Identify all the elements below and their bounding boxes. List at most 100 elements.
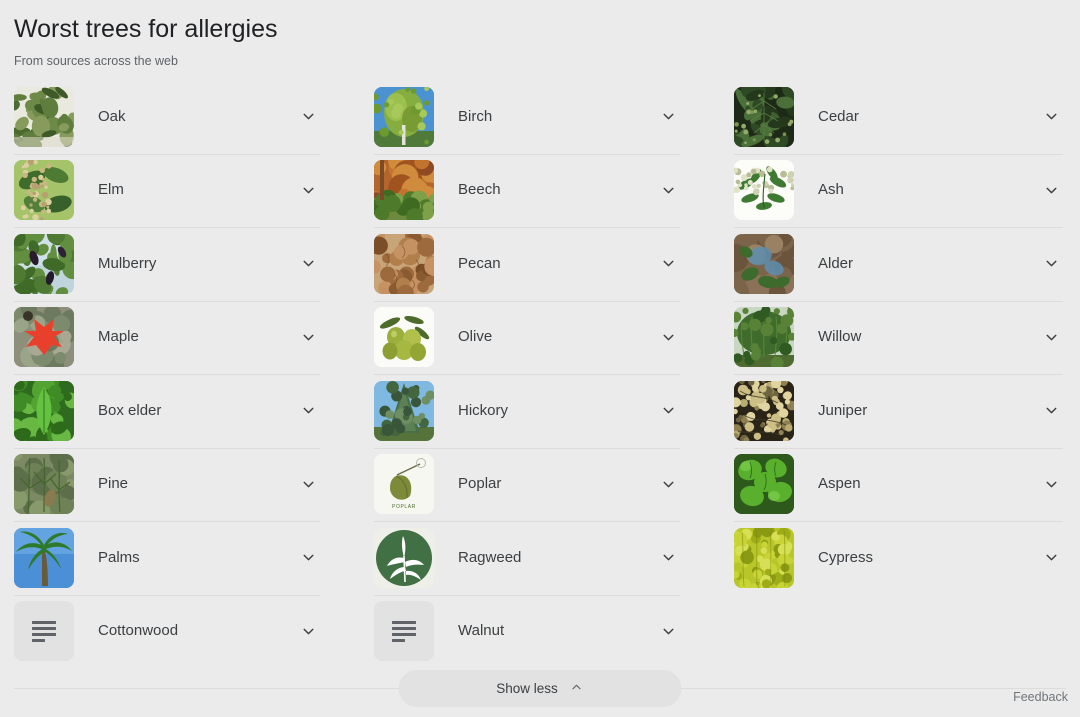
chevron-down-icon[interactable]: [296, 178, 320, 202]
tree-list-item[interactable]: Beech: [374, 153, 680, 228]
chevron-down-icon[interactable]: [296, 325, 320, 349]
chevron-down-icon[interactable]: [296, 619, 320, 643]
tree-list-item[interactable]: Willow: [734, 300, 1063, 375]
oak-thumbnail: [14, 86, 74, 147]
chevron-down-icon[interactable]: [296, 399, 320, 423]
chevron-down-icon[interactable]: [296, 546, 320, 570]
olive-thumbnail: [374, 307, 434, 368]
tree-list-item-label: Ash: [818, 181, 844, 199]
tree-list-item-label: Birch: [458, 107, 493, 125]
tree-list-item[interactable]: Cedar: [734, 80, 1063, 154]
tree-list-item[interactable]: Aspen: [734, 447, 1063, 522]
tree-list-item[interactable]: Pecan: [374, 227, 680, 301]
tree-list-column-1: Oak Elm Mulberry Maple Box elder Pine Palms Cot…: [0, 80, 360, 668]
beech-thumbnail: [374, 160, 434, 221]
chevron-up-icon: [570, 680, 584, 697]
chevron-down-icon[interactable]: [296, 105, 320, 129]
tree-list-item[interactable]: Walnut: [374, 594, 680, 669]
tree-list-item-label: Pecan: [458, 254, 501, 272]
chevron-down-icon[interactable]: [656, 178, 680, 202]
placeholder-line: [32, 632, 56, 636]
chevron-down-icon[interactable]: [1039, 105, 1063, 129]
tree-list-item-label: Willow: [818, 328, 862, 346]
chevron-down-icon[interactable]: [1039, 252, 1063, 276]
tree-list-item[interactable]: Hickory: [374, 374, 680, 448]
header: Worst trees for allergies From sources a…: [0, 0, 1080, 70]
placeholder-thumbnail: [374, 601, 434, 662]
chevron-down-icon[interactable]: [656, 399, 680, 423]
tree-list-item-label: Elm: [98, 181, 124, 199]
juniper-thumbnail: [734, 380, 794, 441]
tree-list-item-label: Pine: [98, 475, 129, 493]
tree-list-item-label: Oak: [98, 107, 126, 125]
tree-list-item-label: Ragweed: [458, 548, 522, 566]
chevron-down-icon[interactable]: [1039, 178, 1063, 202]
tree-list-item[interactable]: Maple: [14, 300, 320, 375]
tree-list-column-2: Birch Beech Pecan Olive Hickory POPLAR Poplar R…: [360, 80, 720, 668]
poplar-thumbnail: POPLAR: [374, 454, 434, 515]
chevron-down-icon[interactable]: [1039, 546, 1063, 570]
tree-list-item[interactable]: Pine: [14, 447, 320, 522]
chevron-down-icon[interactable]: [656, 619, 680, 643]
mulberry-thumbnail: [14, 233, 74, 294]
chevron-down-icon[interactable]: [1039, 399, 1063, 423]
aspen-thumbnail: [734, 454, 794, 515]
placeholder-line: [392, 626, 416, 630]
pine-thumbnail: [14, 454, 74, 515]
show-less-button[interactable]: Show less: [398, 670, 682, 707]
chevron-down-icon[interactable]: [296, 252, 320, 276]
tree-list-item-label: Aspen: [818, 475, 861, 493]
placeholder-line: [32, 626, 56, 630]
chevron-down-icon[interactable]: [296, 472, 320, 496]
tree-list-item-label: Cypress: [818, 548, 874, 566]
ragweed-thumbnail: [374, 527, 434, 588]
tree-list-item[interactable]: Alder: [734, 227, 1063, 301]
tree-list-item[interactable]: Ragweed: [374, 521, 680, 595]
chevron-down-icon[interactable]: [656, 325, 680, 349]
cedar-thumbnail: [734, 86, 794, 147]
tree-list-item-label: Maple: [98, 328, 139, 346]
chevron-down-icon[interactable]: [656, 472, 680, 496]
tree-list-item[interactable]: Juniper: [734, 374, 1063, 448]
tree-list-item-label: Beech: [458, 181, 501, 199]
tree-list-item-label: Alder: [818, 254, 854, 272]
tree-list-item-label: Box elder: [98, 401, 162, 419]
tree-list-item-label: Juniper: [818, 401, 868, 419]
alder-thumbnail: [734, 233, 794, 294]
tree-list-item[interactable]: Olive: [374, 300, 680, 375]
placeholder-line: [32, 620, 56, 624]
footer: Show less Feedback: [0, 660, 1080, 717]
chevron-down-icon[interactable]: [656, 546, 680, 570]
tree-list-item-label: Palms: [98, 548, 140, 566]
tree-list-item[interactable]: POPLAR Poplar: [374, 447, 680, 522]
feedback-link[interactable]: Feedback: [1013, 690, 1068, 704]
tree-list-item[interactable]: Cypress: [734, 521, 1063, 595]
palms-thumbnail: [14, 527, 74, 588]
tree-list-item-label: Walnut: [458, 622, 505, 640]
tree-list-item[interactable]: Oak: [14, 80, 320, 154]
tree-list-item-label: Hickory: [458, 401, 509, 419]
ash-thumbnail: [734, 160, 794, 221]
elm-thumbnail: [14, 160, 74, 221]
tree-list-item[interactable]: Birch: [374, 80, 680, 154]
tree-list-item[interactable]: Ash: [734, 153, 1063, 228]
tree-list-item-label: Poplar: [458, 475, 502, 493]
chevron-down-icon[interactable]: [656, 252, 680, 276]
hickory-thumbnail: [374, 380, 434, 441]
tree-list-item-label: Olive: [458, 328, 493, 346]
placeholder-line: [392, 620, 416, 624]
tree-list-columns: Oak Elm Mulberry Maple Box elder Pine Palms Cot…: [0, 80, 1080, 668]
placeholder-thumbnail: [14, 601, 74, 662]
chevron-down-icon[interactable]: [656, 105, 680, 129]
tree-list-column-3: Cedar Ash Alder Willow Juniper Aspen Cypress: [720, 80, 1080, 668]
tree-list-item[interactable]: Box elder: [14, 374, 320, 448]
chevron-down-icon[interactable]: [1039, 325, 1063, 349]
tree-list-item[interactable]: Mulberry: [14, 227, 320, 301]
willow-thumbnail: [734, 307, 794, 368]
chevron-down-icon[interactable]: [1039, 472, 1063, 496]
tree-list-item[interactable]: Elm: [14, 153, 320, 228]
tree-list-item[interactable]: Palms: [14, 521, 320, 595]
tree-list-item-label: Cottonwood: [98, 622, 179, 640]
cypress-thumbnail: [734, 527, 794, 588]
tree-list-item[interactable]: Cottonwood: [14, 594, 320, 669]
